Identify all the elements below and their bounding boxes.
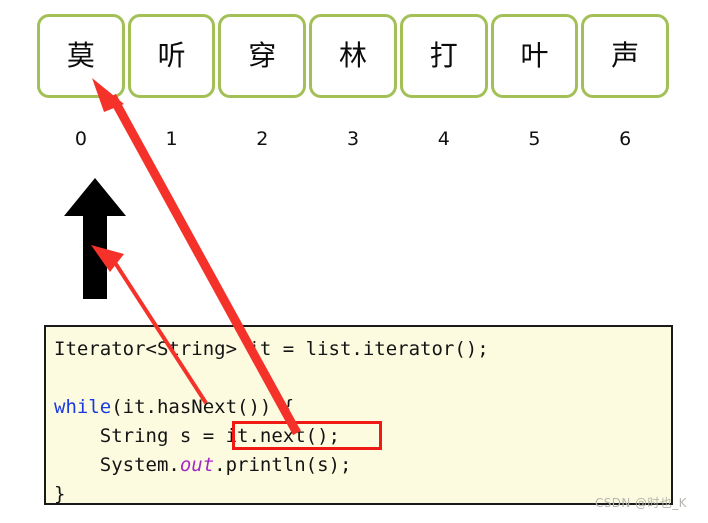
code-line-6: } bbox=[54, 483, 66, 505]
element-box-2[interactable]: 穿 bbox=[218, 14, 307, 98]
index-label-0: 0 bbox=[74, 128, 87, 150]
element-box-0[interactable]: 莫 bbox=[37, 14, 125, 98]
element-char-0: 莫 bbox=[66, 39, 95, 72]
cursor-arrow bbox=[64, 178, 126, 299]
index-label-4: 4 bbox=[437, 128, 450, 150]
element-char-6: 声 bbox=[611, 39, 640, 72]
element-box-4[interactable]: 打 bbox=[399, 14, 488, 98]
csdn-watermark: CSDN @时也_K bbox=[595, 496, 687, 510]
element-box-5[interactable]: 叶 bbox=[490, 14, 579, 98]
element-char-5: 叶 bbox=[520, 39, 549, 72]
index-label-6: 6 bbox=[619, 128, 632, 150]
index-labels-row: 0 1 2 3 4 5 6 bbox=[37, 126, 669, 152]
element-box-3[interactable]: 林 bbox=[309, 14, 397, 98]
collection-boxes-row: 莫 听 穿 林 打 叶 声 bbox=[37, 14, 670, 98]
index-label-2: 2 bbox=[256, 128, 269, 150]
code-keyword-while: while bbox=[54, 396, 112, 418]
index-label-5: 5 bbox=[528, 128, 541, 150]
code-line-1: Iterator<String> it = list.iterator(); bbox=[54, 338, 489, 360]
element-char-2: 穿 bbox=[248, 39, 277, 72]
element-char-1: 听 bbox=[157, 39, 186, 72]
element-char-4: 打 bbox=[429, 39, 458, 72]
code-line-5-b: .println(s); bbox=[214, 454, 352, 476]
element-box-6[interactable]: 声 bbox=[581, 14, 670, 98]
code-snippet-block: Iterator<String> it = list.iterator(); w… bbox=[44, 325, 673, 505]
code-field-out: out bbox=[179, 454, 215, 476]
index-label-3: 3 bbox=[346, 128, 360, 150]
code-line-3-rest: (it.hasNext()) { bbox=[111, 396, 295, 418]
it-next-highlight-box bbox=[232, 421, 382, 450]
element-box-1[interactable]: 听 bbox=[127, 14, 216, 98]
code-line-5-a: System. bbox=[54, 454, 180, 476]
element-char-3: 林 bbox=[339, 39, 368, 72]
index-label-1: 1 bbox=[165, 128, 178, 150]
